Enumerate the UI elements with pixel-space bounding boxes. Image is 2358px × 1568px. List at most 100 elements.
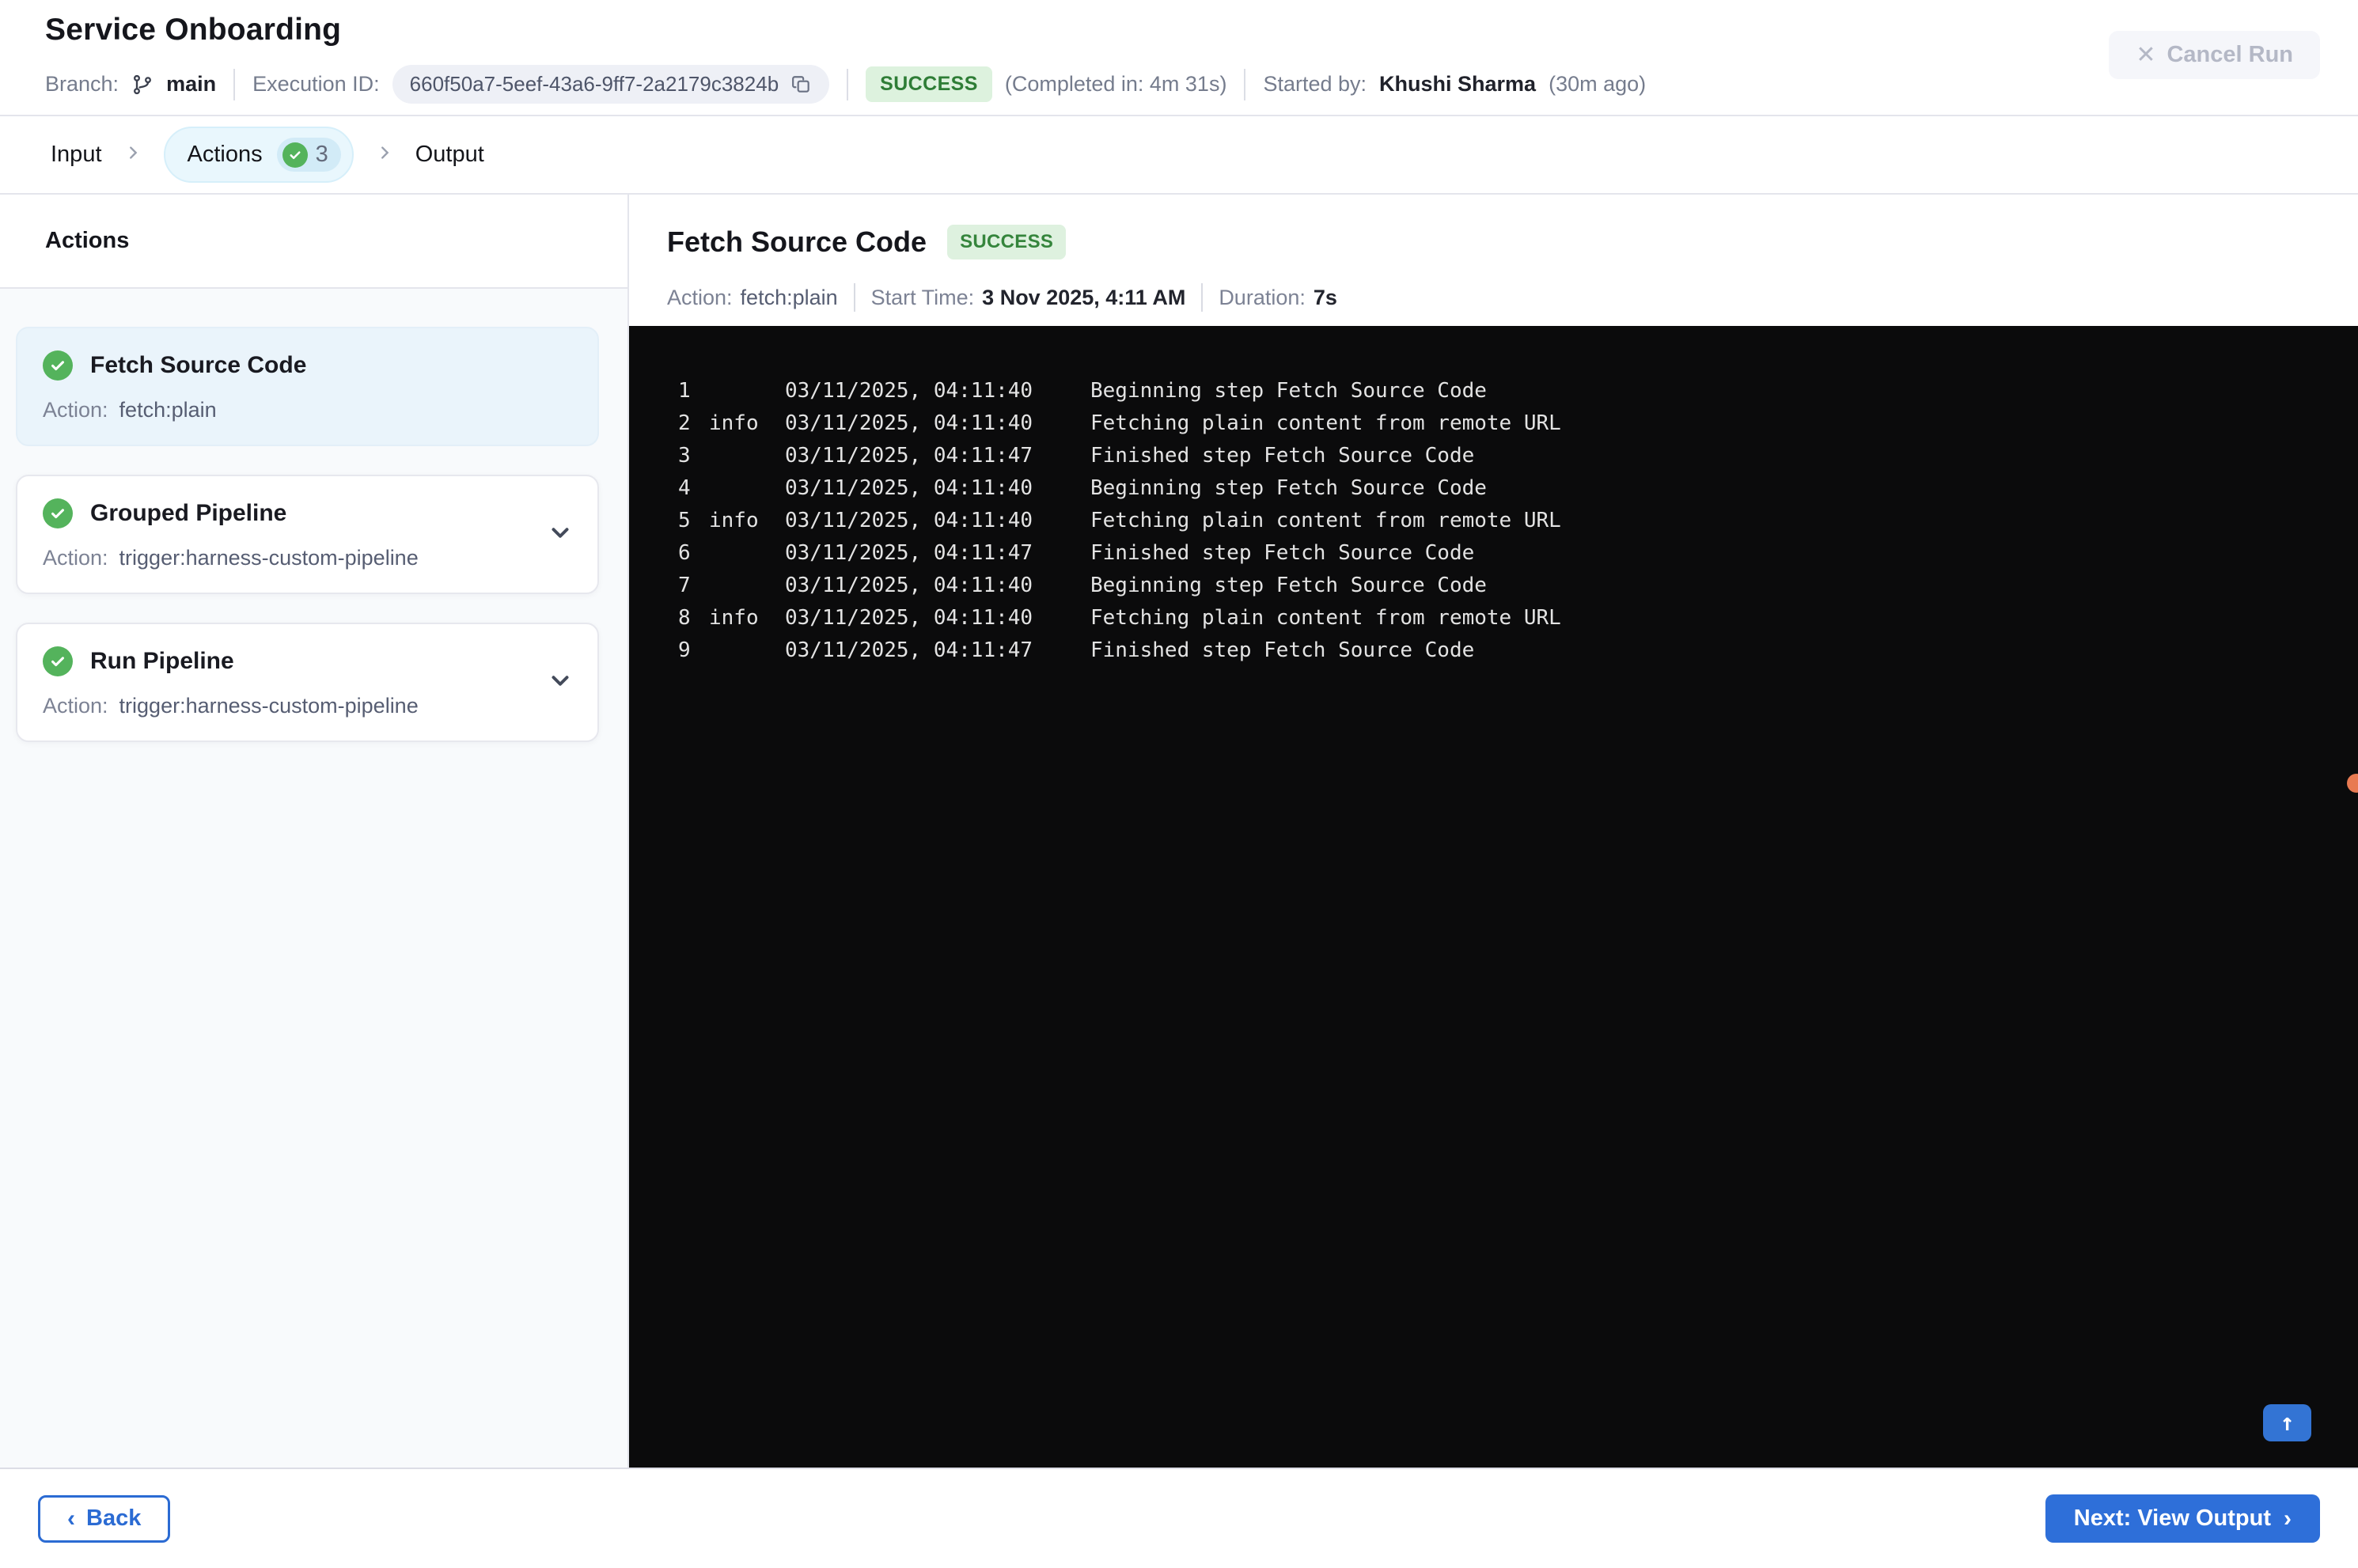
execution-meta-row: Branch: main Execution ID: 660f50a7-5eef… [45,65,2320,104]
sidebar-heading: Actions [45,228,130,253]
actions-count: 3 [315,142,328,167]
actions-count-badge: 3 [276,138,341,172]
chevron-right-icon [124,144,142,165]
log-timestamp: 03/11/2025, 04:11:40 [785,574,1033,597]
step-status-badge: SUCCESS [947,225,1067,259]
log-level [709,634,785,667]
action-card-run-pipeline[interactable]: Run Pipeline Action: trigger:harness-cus… [16,623,599,742]
branch-label: Branch: [45,72,119,96]
log-level [709,375,785,407]
started-by-label: Started by: [1263,72,1367,96]
log-message: Finished step Fetch Source Code [1090,638,1475,662]
started-by-value: Khushi Sharma [1379,72,1537,96]
back-button-label: Back [86,1506,142,1531]
success-check-icon [43,350,73,381]
header: Service Onboarding Branch: main Executio… [0,0,2358,115]
completed-in-text: (Completed in: 4m 31s) [1004,72,1227,96]
arrow-up-icon: ↑ [2280,1409,2295,1437]
actions-sidebar: Actions Fetch Source Code Action: fetch:… [0,195,629,1468]
log-line: 3 03/11/2025, 04:11:47 Finished step Fet… [678,440,2326,472]
action-value: fetch:plain [119,398,217,422]
log-level: info [709,606,759,630]
workflow-execution-page: Service Onboarding Branch: main Executio… [0,0,2358,1568]
log-level [709,472,785,505]
tab-input[interactable]: Input [51,142,102,168]
stepper-tabs: Input Actions 3 Output [0,115,2358,195]
action-label: Action: [43,546,108,570]
log-level [709,440,785,472]
log-line-number: 2 [678,411,691,435]
log-message: Finished step Fetch Source Code [1090,541,1475,565]
log-line: 9 03/11/2025, 04:11:47 Finished step Fet… [678,634,2326,667]
detail-meta-row: Action: fetch:plain Start Time: 3 Nov 20… [667,283,2358,312]
card-action-row: Action: trigger:harness-custom-pipeline [43,546,572,570]
footer-bar: ‹ Back Next: View Output › [0,1468,2358,1568]
chevron-down-icon[interactable] [547,667,574,698]
tab-output-label: Output [415,142,484,167]
log-line-number: 9 [678,638,691,662]
log-line: 8 info 03/11/2025, 04:11:40 Fetching pla… [678,602,2326,634]
log-timestamp: 03/11/2025, 04:11:40 [785,379,1033,403]
cancel-run-label: Cancel Run [2167,42,2293,67]
tab-output[interactable]: Output [415,142,484,168]
log-console[interactable]: 1 03/11/2025, 04:11:40 Beginning step Fe… [629,326,2358,1468]
card-title-row: Grouped Pipeline [43,498,572,528]
log-line: 4 03/11/2025, 04:11:40 Beginning step Fe… [678,472,2326,505]
log-line: 7 03/11/2025, 04:11:40 Beginning step Fe… [678,570,2326,602]
execution-id-pill[interactable]: 660f50a7-5eef-43a6-9ff7-2a2179c3824b [392,65,830,104]
action-detail-panel: Fetch Source Code SUCCESS Action: fetch:… [629,195,2358,1468]
meta-value: fetch:plain [740,285,838,309]
action-value: trigger:harness-custom-pipeline [119,546,419,570]
execution-id-label: Execution ID: [252,72,380,96]
log-timestamp: 03/11/2025, 04:11:47 [785,638,1033,662]
log-timestamp: 03/11/2025, 04:11:40 [785,411,1033,435]
log-line: 5 info 03/11/2025, 04:11:40 Fetching pla… [678,505,2326,537]
close-icon: ✕ [2136,41,2156,68]
detail-title: Fetch Source Code [667,225,927,258]
next-button-label: Next: View Output [2073,1506,2271,1531]
divider [233,68,236,100]
tab-actions[interactable]: Actions 3 [163,127,354,183]
action-card-grouped-pipeline[interactable]: Grouped Pipeline Action: trigger:harness… [16,475,599,594]
action-card-title: Grouped Pipeline [90,500,287,526]
log-line-number: 1 [678,379,691,403]
log-line-number: 6 [678,541,691,565]
divider [853,283,855,312]
action-card-title: Fetch Source Code [90,352,307,378]
card-action-row: Action: fetch:plain [43,398,572,422]
card-title-row: Fetch Source Code [43,350,572,381]
cancel-run-button[interactable]: ✕ Cancel Run [2109,31,2320,79]
sidebar-header: Actions [0,195,627,289]
log-message: Beginning step Fetch Source Code [1090,574,1487,597]
execution-id-value: 660f50a7-5eef-43a6-9ff7-2a2179c3824b [409,72,779,96]
log-timestamp: 03/11/2025, 04:11:47 [785,541,1033,565]
log-line-number: 3 [678,444,691,468]
content-area: Actions Fetch Source Code Action: fetch:… [0,195,2358,1468]
copy-icon[interactable] [791,74,812,95]
meta-value: 3 Nov 2025, 4:11 AM [982,285,1186,309]
chevron-down-icon[interactable] [547,519,574,550]
log-message: Beginning step Fetch Source Code [1090,379,1487,403]
tab-input-label: Input [51,142,102,167]
scroll-to-top-button[interactable]: ↑ [2263,1404,2311,1441]
detail-header: Fetch Source Code SUCCESS Action: fetch:… [629,195,2358,326]
back-button[interactable]: ‹ Back [38,1494,171,1543]
log-message: Fetching plain content from remote URL [1090,411,1561,435]
action-label: Action: [43,398,108,422]
action-label: Action: [43,694,108,718]
success-check-icon [43,498,73,528]
log-level: info [709,411,759,435]
log-level [709,570,785,602]
success-check-icon [282,142,308,168]
page-title: Service Onboarding [45,13,342,47]
divider [1201,283,1204,312]
log-message: Fetching plain content from remote URL [1090,606,1561,630]
log-level: info [709,509,759,532]
log-line-number: 4 [678,476,691,500]
tab-actions-label: Actions [187,142,263,167]
chevron-left-icon: ‹ [67,1505,75,1532]
action-card-fetch-source-code[interactable]: Fetch Source Code Action: fetch:plain [16,327,599,446]
divider [1244,68,1246,100]
next-view-output-button[interactable]: Next: View Output › [2045,1494,2320,1543]
chevron-right-icon [376,144,393,165]
